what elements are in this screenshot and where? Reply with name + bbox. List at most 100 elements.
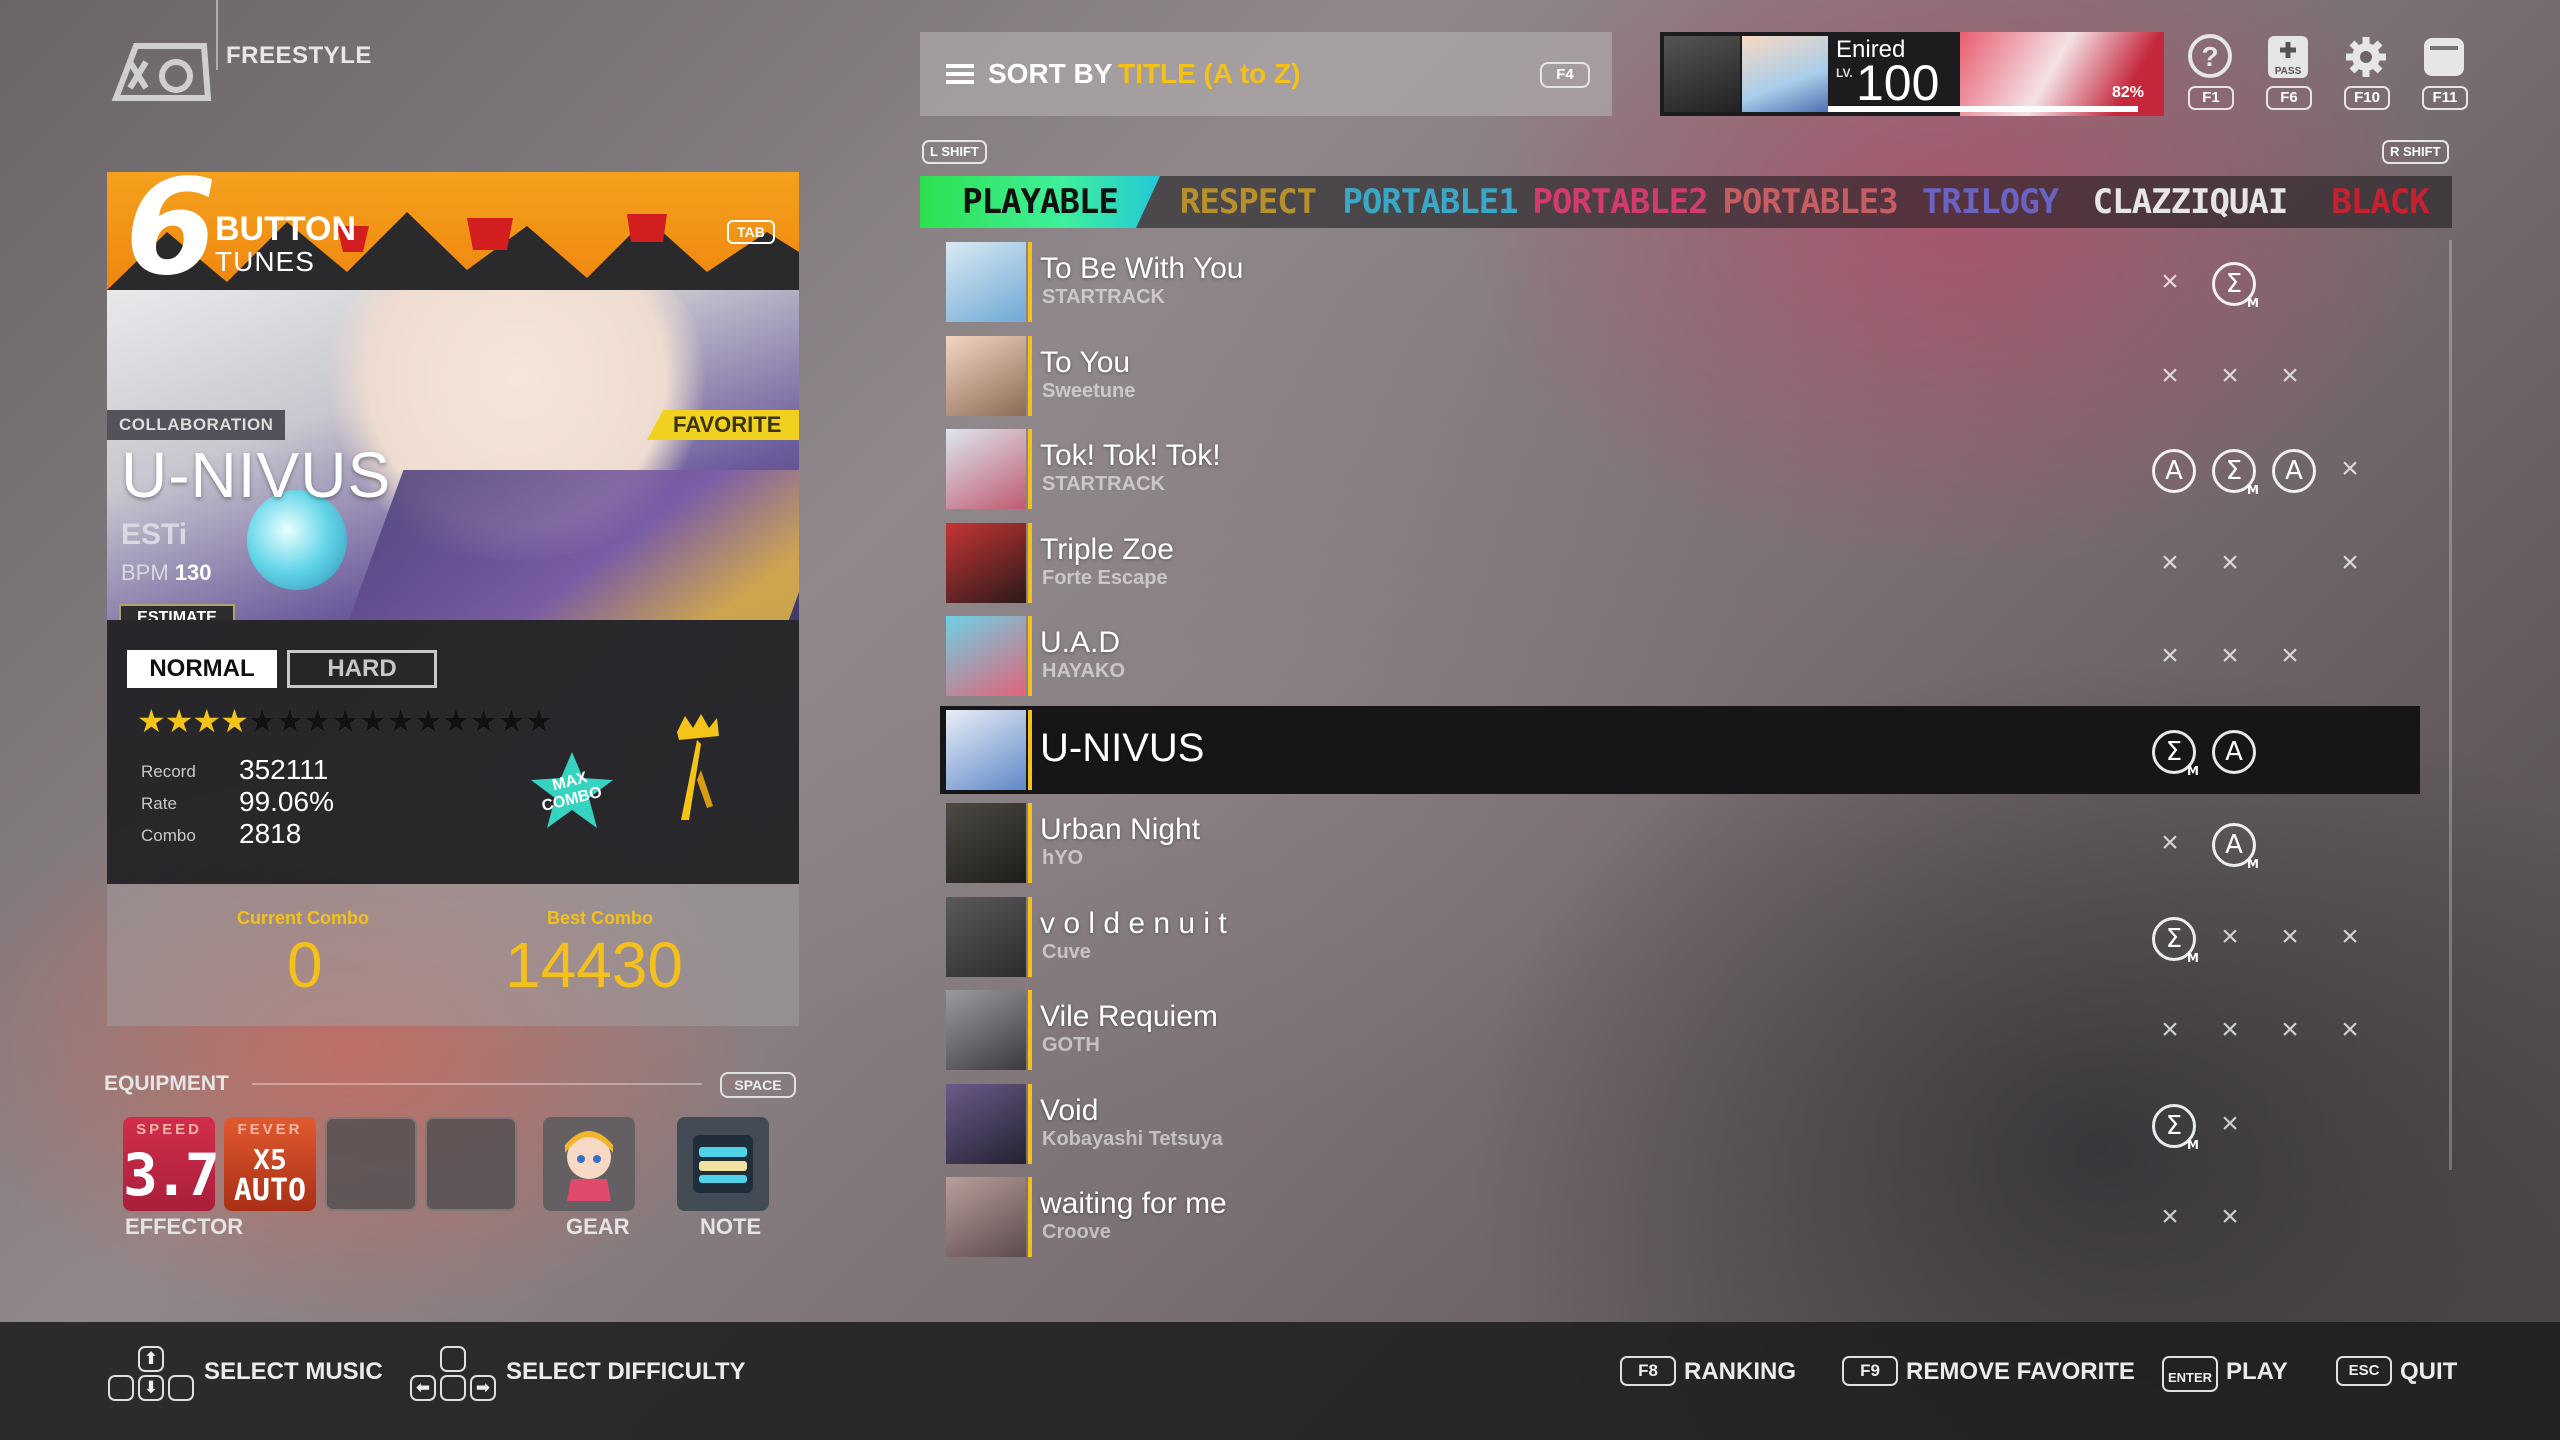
settings-gear-icon[interactable] [2344,34,2388,80]
pass-icon[interactable]: PASS [2266,34,2310,80]
arrow-left-key[interactable]: ⬅ [410,1375,436,1401]
song-row[interactable]: Urban Night hYO × A M [940,799,2420,887]
category-tab-portable1[interactable]: PORTABLE1 [1340,176,1520,228]
song-row-artist: Croove [1042,1221,1111,1243]
pass-key-f6[interactable]: F6 [2266,86,2312,110]
category-tab-respect[interactable]: RESPECT [1168,176,1328,228]
row-accent [1028,335,1032,416]
category-tab-clazziquai[interactable]: CLAZZIQUAI [2080,176,2300,228]
star-empty-icon: ★ [469,703,498,739]
arrow-down-key[interactable]: ⬇ [138,1375,164,1401]
ranking-key-f8[interactable]: F8 [1620,1356,1676,1386]
help-icon[interactable]: ? [2188,34,2232,80]
record-label: Record [141,762,196,781]
fever-slot[interactable]: FEVER X5 AUTO [224,1117,316,1211]
profile-level-label: LV. [1836,66,1853,80]
menu-icon [946,64,974,84]
arrow-left-key-empty[interactable] [108,1375,134,1401]
remove-favorite-key-f9[interactable]: F9 [1842,1356,1898,1386]
song-artist: ESTi [121,518,188,551]
song-row[interactable]: Tok! Tok! Tok! STARTRACK A Σ M A × [940,425,2420,513]
star-filled-icon: ★ [220,703,249,739]
tab-key[interactable]: TAB [727,220,775,244]
sort-bar[interactable]: SORT BY TITLE (A to Z) F4 [920,32,1612,116]
note-skin-icon [693,1135,753,1193]
best-combo-value: 14430 [505,929,683,1001]
favorite-badge[interactable]: FAVORITE ★ [647,410,799,440]
fever-multiplier: X5 [253,1143,287,1176]
star-empty-icon: ★ [247,703,277,739]
not-cleared-x-icon: × [2161,358,2179,392]
category-tab-portable2[interactable]: PORTABLE2 [1530,176,1710,228]
category-tab-portable3[interactable]: PORTABLE3 [1720,176,1900,228]
song-row[interactable]: Triple Zoe Forte Escape × × × [940,519,2420,607]
song-thumbnail [946,1177,1026,1257]
not-cleared-x-icon: × [2281,1013,2299,1046]
difficulty-stars: ★★★★★★★★★★★★★★★ [137,702,553,740]
not-cleared-x-icon: × [2221,358,2239,392]
remove-favorite-label: REMOVE FAVORITE [1906,1358,2135,1385]
arrow-down-key-empty[interactable] [440,1375,466,1401]
not-cleared-x-icon: × [2161,265,2179,298]
not-cleared-x-icon: × [2281,358,2299,392]
rate-value: 99.06% [239,786,334,817]
profile-avatar [1664,36,1740,112]
exit-key-f11[interactable]: F11 [2422,86,2468,110]
category-tab-black[interactable]: BLACK [2320,176,2440,228]
space-key[interactable]: SPACE [720,1072,796,1098]
effector-slot-empty-2[interactable] [425,1117,517,1211]
sort-key-f4[interactable]: F4 [1540,62,1590,88]
star-empty-icon: ★ [496,703,526,739]
song-thumbnail [946,1083,1026,1164]
ranking-label: RANKING [1684,1358,1796,1385]
arrow-right-key-empty[interactable] [168,1375,194,1401]
rshift-key[interactable]: R SHIFT [2382,140,2449,164]
song-row-artist: Cuve [1042,940,1091,963]
arrow-up-key[interactable]: ⬆ [138,1346,164,1372]
speed-slot[interactable]: SPEED 3.7 [123,1117,220,1211]
effector-slot-empty-1[interactable] [325,1117,417,1211]
gear-slot[interactable] [543,1117,635,1211]
song-row-selected[interactable]: U-NIVUS Σ M A [940,705,2420,794]
song-row[interactable]: Void Kobayashi Tetsuya Σ M × [940,1080,2420,1168]
song-list: To Be With You STARTRACK × Σ M To You Sweetune… [940,238,2420,1268]
play-key-enter[interactable]: ENTER [2162,1356,2218,1392]
star-empty-icon: ★ [275,703,304,739]
bpm-row: BPM 130 [121,560,212,586]
song-row[interactable]: v o l d e n u i t Cuve Σ M × × × [940,893,2420,981]
star-empty-icon: ★ [441,703,471,739]
note-slot[interactable] [677,1117,769,1211]
not-cleared-x-icon: × [2281,639,2299,672]
difficulty-hard-tab[interactable]: HARD [287,650,437,688]
song-row-artist: hYO [1042,847,1084,869]
tunes-word: TUNES [215,246,315,277]
song-row[interactable]: U.A.D HAYAKO × × × [940,612,2420,700]
bpm-value: 130 [174,560,212,585]
player-profile[interactable]: Enired LV. 100 82% [1660,32,2164,116]
category-tab-trilogy[interactable]: TRILOGY [1910,176,2070,228]
quit-key-esc[interactable]: ESC [2336,1356,2392,1386]
category-tab-playable[interactable]: PLAYABLE [920,176,1160,228]
speed-value: 3.7 [123,1141,220,1209]
max-combo-badge-icon: MAX COMBO [531,752,613,828]
help-key-f1[interactable]: F1 [2188,86,2234,110]
song-list-scrollbar[interactable] [2449,240,2452,1170]
exit-icon[interactable] [2422,34,2466,80]
song-row[interactable]: waiting for me Croove × × [940,1173,2420,1261]
song-row[interactable]: Vile Requiem GOTH × × × × [940,986,2420,1074]
settings-key-f10[interactable]: F10 [2344,86,2390,110]
button-mode-header[interactable]: 6 BUTTON TUNES TAB [107,172,799,290]
quit-label: QUIT [2400,1358,2458,1385]
arrow-right-key[interactable]: ➡ [470,1375,496,1401]
all-perfect-medal-icon: A [2152,449,2196,493]
gear-character-icon [565,1131,613,1201]
song-row[interactable]: To Be With You STARTRACK × Σ M [940,238,2420,326]
song-row[interactable]: To You Sweetune × × × [940,332,2420,420]
current-combo-value: 0 [287,929,323,1001]
star-empty-icon: ★ [358,703,388,739]
difficulty-normal-tab[interactable]: NORMAL [127,650,277,688]
arrow-up-key-empty[interactable] [440,1346,466,1372]
song-thumbnail [946,616,1026,696]
lshift-key[interactable]: L SHIFT [922,140,987,164]
not-cleared-x-icon: × [2161,639,2179,672]
